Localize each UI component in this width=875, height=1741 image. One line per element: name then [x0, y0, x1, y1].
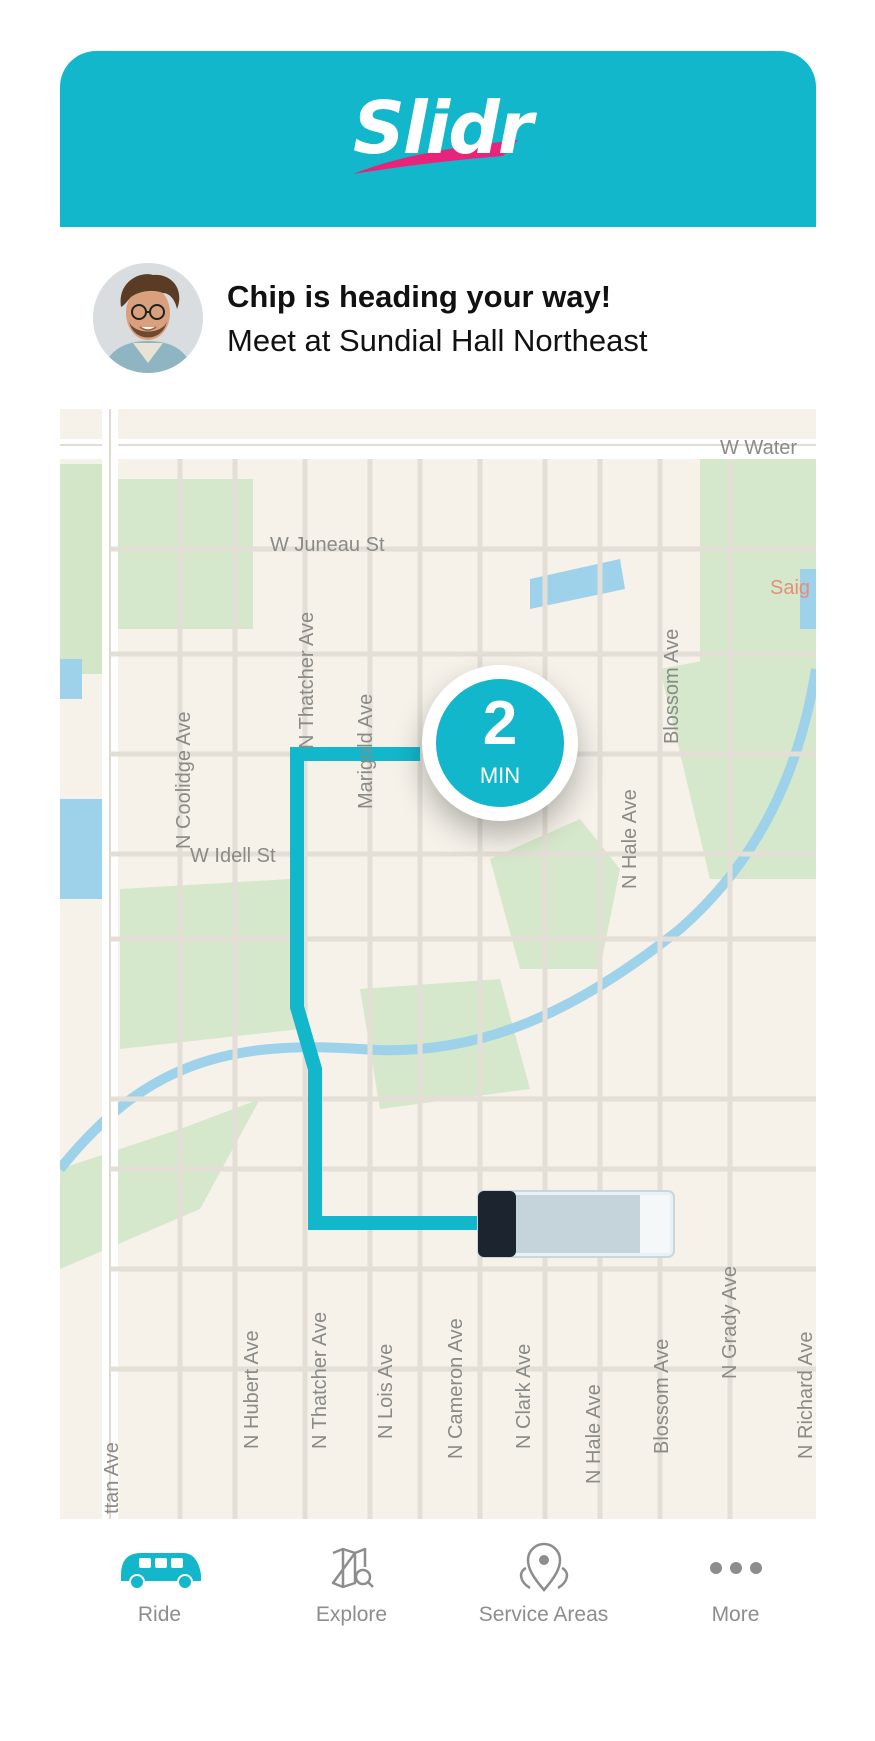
map-canvas: W Water W Juneau St Saig N Thatcher Ave … — [60, 409, 816, 1519]
eta-badge: 2 MIN — [422, 665, 578, 821]
map-search-icon — [331, 1547, 374, 1589]
street-n-hale-bottom: N Hale Ave — [583, 1384, 605, 1484]
logo-wordmark: Slidr — [353, 86, 533, 170]
street-n-hubert: N Hubert Ave — [241, 1330, 263, 1449]
more-dots-icon — [709, 1562, 762, 1574]
street-n-lois: N Lois Ave — [375, 1344, 397, 1439]
driver-status: Chip is heading your way! Meet at Sundia… — [60, 227, 816, 409]
slidr-logo: Slidr — [343, 84, 533, 194]
route-map[interactable]: W Water W Juneau St Saig N Thatcher Ave … — [60, 409, 816, 1519]
location-pins-icon — [519, 1542, 568, 1592]
tab-service-areas-label: Service Areas — [478, 1603, 609, 1626]
tab-explore-label: Explore — [315, 1603, 388, 1626]
street-n-thatcher-top: N Thatcher Ave — [296, 612, 318, 749]
street-n-hale-top: N Hale Ave — [619, 789, 641, 889]
app-header: Slidr — [60, 51, 816, 227]
street-manhattan: ttan Ave — [101, 1442, 123, 1514]
driver-avatar — [93, 263, 203, 373]
shuttle-top-view-icon — [477, 1190, 675, 1258]
pickup-location: Meet at Sundial Hall Northeast — [227, 323, 648, 358]
tab-service-areas[interactable]: Service Areas — [449, 1539, 638, 1639]
street-n-richard: N Richard Ave — [795, 1332, 816, 1459]
tab-more[interactable]: More — [641, 1539, 830, 1639]
tab-ride-label: Ride — [137, 1603, 182, 1626]
tab-more-label: More — [711, 1603, 760, 1626]
street-marigold: Marigold Ave — [355, 694, 377, 809]
street-n-thatcher-bottom: N Thatcher Ave — [309, 1312, 331, 1449]
street-w-idell: W Idell St — [190, 845, 276, 867]
tab-ride[interactable]: Ride — [65, 1539, 254, 1639]
eta-unit: MIN — [479, 763, 521, 788]
street-w-juneau: W Juneau St — [270, 534, 385, 556]
shuttle-icon — [120, 1553, 201, 1590]
tab-explore[interactable]: Explore — [257, 1539, 446, 1639]
street-n-cameron: N Cameron Ave — [445, 1318, 467, 1459]
bottom-tab-bar: Ride Explore Service Areas More — [60, 1519, 816, 1651]
street-w-water: W Water — [720, 437, 797, 459]
eta-minutes: 2 — [482, 689, 518, 758]
street-blossom-bottom: Blossom Ave — [651, 1339, 673, 1454]
app-screen: Slidr Chip is heading your way! Meet at … — [60, 51, 816, 1651]
status-title: Chip is heading your way! — [227, 279, 612, 314]
poi-saig: Saig — [770, 577, 810, 599]
street-n-coolidge: N Coolidge Ave — [173, 712, 195, 850]
street-blossom-top: Blossom Ave — [661, 629, 683, 744]
street-n-clark: N Clark Ave — [513, 1344, 535, 1449]
street-n-grady: N Grady Ave — [719, 1266, 741, 1379]
